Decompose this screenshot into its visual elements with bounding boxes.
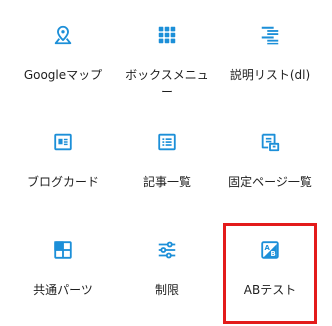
post-list-icon [156,131,178,153]
block-label: 共通パーツ [33,283,93,297]
block-description-list[interactable]: 説明リスト(dl) [219,5,321,112]
grid-menu-icon [156,24,178,46]
svg-text:B: B [270,250,275,258]
block-restriction[interactable]: 制限 [115,220,219,326]
page-list-icon [259,131,281,153]
block-label: 固定ページ一覧 [228,175,312,189]
block-label: Googleマップ [23,68,103,82]
block-page-list[interactable]: 固定ページ一覧 [219,112,321,220]
block-inserter-grid: Googleマップ ボックスメニュー 説明リスト(dl) ブログカード 記事一覧… [11,5,321,326]
block-common-parts[interactable]: 共通パーツ [11,220,115,326]
restriction-icon [156,239,178,261]
map-pin-icon [52,24,74,46]
block-label: 制限 [154,283,179,297]
block-label: ブログカード [26,175,99,189]
block-label: ABテスト [243,283,297,297]
ab-test-icon: A B [259,239,281,261]
block-blog-card[interactable]: ブログカード [11,112,115,220]
block-post-list[interactable]: 記事一覧 [115,112,219,220]
block-google-map[interactable]: Googleマップ [11,5,115,112]
block-ab-test[interactable]: A B ABテスト [219,220,321,326]
blog-card-icon [52,131,74,153]
description-list-icon [259,24,281,46]
common-parts-icon [52,239,74,261]
block-label: ボックスメニュー [125,68,209,99]
block-label: 説明リスト(dl) [229,68,311,82]
block-label: 記事一覧 [142,175,191,189]
block-box-menu[interactable]: ボックスメニュー [115,5,219,112]
